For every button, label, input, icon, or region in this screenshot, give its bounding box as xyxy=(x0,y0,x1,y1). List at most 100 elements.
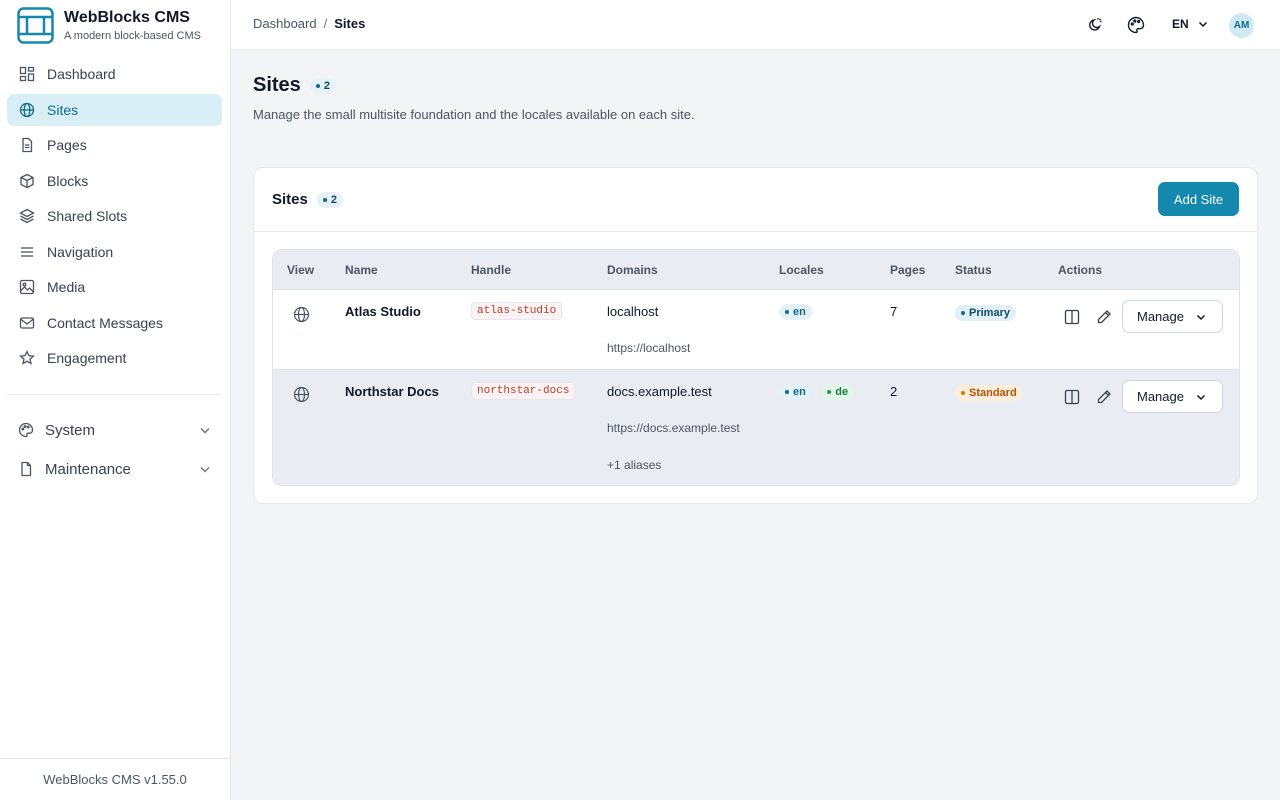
palette-icon xyxy=(18,422,34,438)
locale-code: en xyxy=(793,306,806,318)
site-pages-count: 2 xyxy=(890,384,898,399)
site-locales: en de xyxy=(779,381,859,400)
page-count-badge: 2 xyxy=(309,77,336,94)
page-title: Sites 2 xyxy=(253,74,336,97)
sidebar-item-contact-messages[interactable]: Contact Messages xyxy=(7,307,222,339)
locale-code: en xyxy=(793,386,806,398)
sites-card: Sites 2 Add Site View Name Handle Domain… xyxy=(253,167,1258,504)
avatar[interactable]: AM xyxy=(1229,13,1254,38)
table-row: Northstar Docs northstar-docs docs.examp… xyxy=(273,370,1239,485)
view-site-globe-icon[interactable] xyxy=(293,306,310,323)
edit-pencil-icon[interactable] xyxy=(1096,389,1112,405)
topbar: Dashboard / Sites EN AM xyxy=(231,0,1280,50)
site-url[interactable]: https://localhost xyxy=(607,341,690,355)
breadcrumb-separator: / xyxy=(323,16,328,31)
logo-icon xyxy=(17,6,54,44)
locale-badge: de xyxy=(821,384,855,400)
site-pages-count: 7 xyxy=(890,304,898,319)
sidebar-item-blocks[interactable]: Blocks xyxy=(7,165,222,197)
site-name: Northstar Docs xyxy=(345,384,439,399)
sidebar-item-media[interactable]: Media xyxy=(7,271,222,303)
chevron-down-icon xyxy=(200,467,210,473)
table-row: Atlas Studio atlas-studio localhost http… xyxy=(273,290,1239,370)
language-selector[interactable]: EN xyxy=(1172,17,1209,31)
page-title-text: Sites xyxy=(253,74,301,96)
add-site-button[interactable]: Add Site xyxy=(1158,182,1239,216)
manage-label: Manage xyxy=(1137,389,1184,404)
sidebar-item-navigation[interactable]: Navigation xyxy=(7,236,222,268)
page-subtitle: Manage the small multisite foundation an… xyxy=(253,107,695,122)
theme-toggle-icon[interactable] xyxy=(1085,15,1105,35)
table-header: View Name Handle Domains Locales Pages S… xyxy=(273,250,1239,290)
menu-icon xyxy=(21,246,33,257)
sidebar-item-label: Blocks xyxy=(47,172,89,189)
col-locales: Locales xyxy=(779,263,824,277)
manage-dropdown-button[interactable]: Manage xyxy=(1122,300,1223,333)
palette-icon[interactable] xyxy=(1126,15,1146,35)
page-count-value: 2 xyxy=(323,79,330,92)
mail-icon xyxy=(19,316,35,329)
image-icon xyxy=(19,279,35,295)
preview-panel-icon[interactable] xyxy=(1064,389,1080,405)
status-badge: Standard xyxy=(955,385,1023,401)
brand[interactable]: WebBlocks CMS A modern block-based CMS xyxy=(0,0,230,50)
sidebar-group-maintenance[interactable]: Maintenance xyxy=(7,453,222,485)
status-label: Standard xyxy=(969,387,1017,399)
file-icon xyxy=(21,461,32,477)
breadcrumb: Dashboard / Sites xyxy=(253,16,365,31)
card-count-badge: 2 xyxy=(316,191,343,208)
card-header: Sites 2 Add Site xyxy=(254,168,1257,232)
star-icon xyxy=(19,350,35,365)
brand-tagline: A modern block-based CMS xyxy=(64,29,201,42)
preview-panel-icon[interactable] xyxy=(1064,309,1080,325)
sidebar-item-engagement[interactable]: Engagement xyxy=(7,342,222,374)
col-name: Name xyxy=(345,263,378,277)
card-title: Sites xyxy=(272,191,308,208)
site-url[interactable]: https://docs.example.test xyxy=(607,421,740,435)
col-handle: Handle xyxy=(471,263,512,277)
sidebar-item-sites[interactable]: Sites xyxy=(7,93,222,126)
sidebar-item-label: Media xyxy=(47,279,86,295)
sidebar-group-system[interactable]: System xyxy=(7,414,222,446)
sidebar: WebBlocks CMS A modern block-based CMS D… xyxy=(0,0,231,800)
manage-label: Manage xyxy=(1137,309,1184,324)
sidebar-item-pages[interactable]: Pages xyxy=(7,129,222,161)
sidebar-item-shared-slots[interactable]: Shared Slots xyxy=(7,200,222,232)
site-locales: en xyxy=(779,301,817,320)
status-badge: Primary xyxy=(955,305,1016,321)
layers-icon xyxy=(19,208,35,224)
sidebar-group-label: Maintenance xyxy=(45,460,131,478)
sidebar-item-label: Engagement xyxy=(47,350,127,366)
sidebar-nav: Dashboard Sites Pages Blocks Shared Slot… xyxy=(7,58,222,378)
brand-name: WebBlocks CMS xyxy=(64,8,190,26)
chevron-down-icon xyxy=(200,428,210,434)
locale-badge: en xyxy=(779,384,812,400)
dashboard-icon xyxy=(19,66,35,82)
sidebar-group-label: System xyxy=(45,421,96,439)
sidebar-divider xyxy=(7,394,222,395)
main-content: Sites 2 Manage the small multisite found… xyxy=(231,50,1280,800)
breadcrumb-current: Sites xyxy=(334,16,366,31)
site-domain: localhost xyxy=(607,304,659,319)
site-handle: atlas-studio xyxy=(471,302,563,320)
sidebar-item-dashboard[interactable]: Dashboard xyxy=(7,58,222,90)
sidebar-footer-version: WebBlocks CMS v1.55.0 xyxy=(0,758,230,800)
view-site-globe-icon[interactable] xyxy=(293,386,310,403)
sidebar-item-label: Pages xyxy=(47,137,87,153)
status-label: Primary xyxy=(969,307,1010,319)
edit-pencil-icon[interactable] xyxy=(1096,309,1112,325)
card-count-value: 2 xyxy=(330,193,337,206)
chevron-down-icon xyxy=(1196,314,1206,320)
sidebar-item-label: Contact Messages xyxy=(47,314,163,331)
document-icon xyxy=(22,137,33,153)
sidebar-item-label: Navigation xyxy=(47,243,114,260)
col-view: View xyxy=(287,263,315,277)
col-actions: Actions xyxy=(1058,263,1103,277)
col-domains: Domains xyxy=(607,263,658,277)
sidebar-item-label: Shared Slots xyxy=(47,208,128,224)
col-status: Status xyxy=(955,263,992,277)
sidebar-item-label: Dashboard xyxy=(47,66,116,82)
manage-dropdown-button[interactable]: Manage xyxy=(1122,380,1223,413)
site-domain: docs.example.test xyxy=(607,384,712,399)
breadcrumb-dashboard[interactable]: Dashboard xyxy=(253,16,317,31)
